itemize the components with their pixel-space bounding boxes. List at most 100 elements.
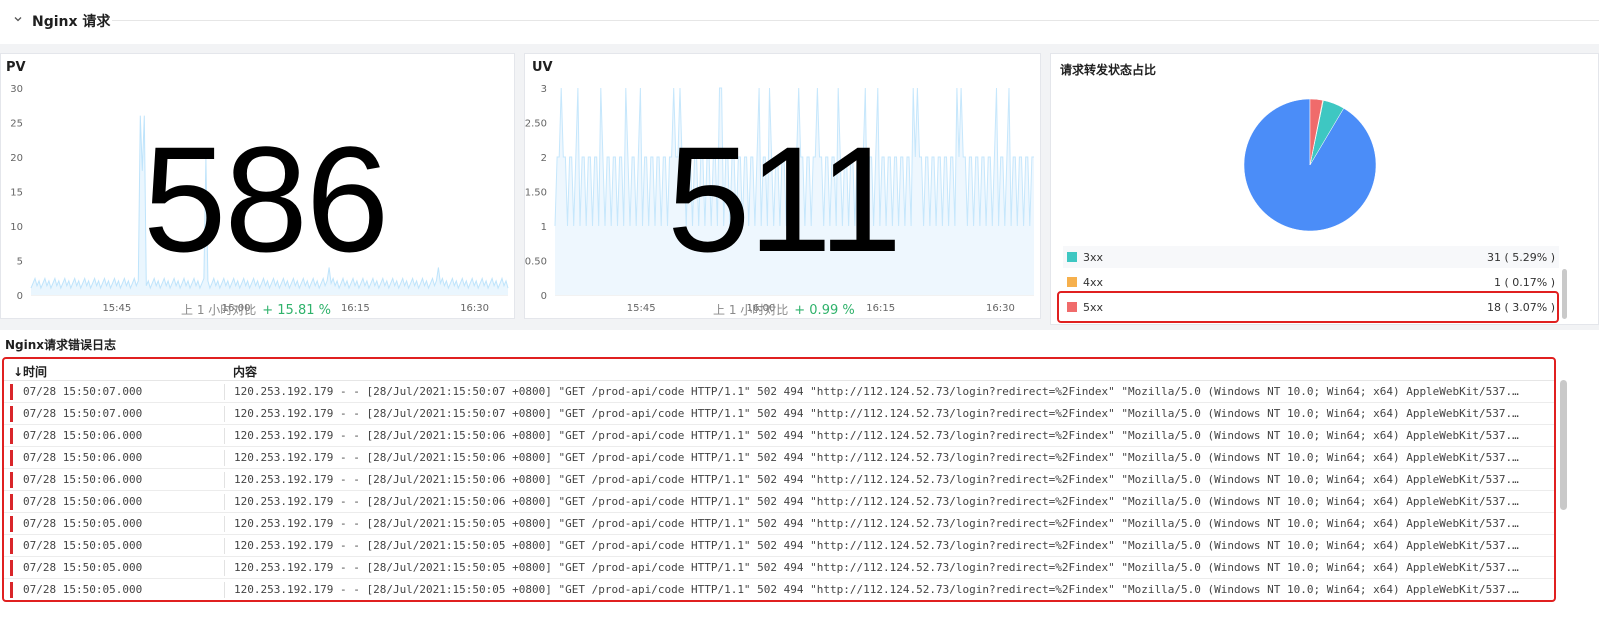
error-level-marker (10, 406, 13, 422)
legend-item-4xx[interactable]: 4xx 1 ( 0.17% ) (1063, 271, 1559, 293)
legend-scrollbar[interactable] (1562, 269, 1567, 319)
log-scrollbar[interactable] (1560, 380, 1567, 510)
column-divider (224, 582, 225, 598)
log-time: 07/28 15:50:06.000 (23, 495, 143, 508)
legend-swatch (1067, 277, 1077, 287)
pv-y-tick: 30 (10, 84, 23, 95)
error-level-marker (10, 516, 13, 532)
legend-value: 18 ( 3.07% ) (1486, 300, 1555, 314)
uv-x-tick: 16:15 (866, 303, 895, 314)
legend-item-5xx[interactable]: 5xx 18 ( 3.07% ) (1063, 296, 1559, 318)
table-row[interactable]: 07/28 15:50:05.000 120.253.192.179 - - [2… (4, 579, 1554, 600)
error-level-marker (10, 538, 13, 554)
col-time-header[interactable]: ↓时间 (13, 363, 47, 380)
status-pie-chart (1243, 98, 1377, 232)
pv-x-tick: 16:15 (341, 303, 370, 314)
column-divider (224, 384, 225, 400)
log-content: 120.253.192.179 - - [28/Jul/2021:15:50:0… (234, 539, 1524, 552)
pv-x-tick: 16:30 (460, 303, 489, 314)
uv-y-tick: 0.50 (525, 257, 547, 268)
pv-compare-label: 上 1 小时对比 (181, 303, 257, 317)
table-row[interactable]: 07/28 15:50:07.000 120.253.192.179 - - [2… (4, 381, 1554, 403)
error-level-marker (10, 560, 13, 576)
uv-x-tick: 15:45 (627, 303, 656, 314)
log-time: 07/28 15:50:05.000 (23, 517, 143, 530)
table-row[interactable]: 07/28 15:50:06.000 120.253.192.179 - - [2… (4, 491, 1554, 513)
pv-compare-pct: + 15.81 % (262, 303, 331, 318)
log-content: 120.253.192.179 - - [28/Jul/2021:15:50:0… (234, 429, 1524, 442)
chevron-down-icon[interactable] (13, 14, 23, 24)
log-content: 120.253.192.179 - - [28/Jul/2021:15:50:0… (234, 583, 1524, 596)
column-divider (224, 494, 225, 510)
pv-panel: PV 30 25 20 15 10 5 0 15:45 16:00 16:15 16:30 586 … (0, 53, 515, 319)
error-level-marker (10, 494, 13, 510)
error-level-marker (10, 428, 13, 444)
column-divider (224, 516, 225, 532)
legend-label: 3xx (1083, 250, 1104, 264)
table-row[interactable]: 07/28 15:50:06.000 120.253.192.179 - - [2… (4, 447, 1554, 469)
table-row[interactable]: 07/28 15:50:06.000 120.253.192.179 - - [2… (4, 469, 1554, 491)
uv-y-tick: 0 (541, 291, 547, 302)
legend-item-3xx[interactable]: 3xx 31 ( 5.29% ) (1063, 246, 1559, 268)
pv-y-tick: 10 (10, 222, 23, 233)
error-level-marker (10, 582, 13, 598)
uv-y-tick: 3 (541, 84, 547, 95)
status-panel: 请求转发状态占比 3xx 31 ( 5.29% ) 4xx 1 ( 0.17% ) 5x… (1050, 53, 1599, 325)
log-content: 120.253.192.179 - - [28/Jul/2021:15:50:0… (234, 495, 1524, 508)
log-time: 07/28 15:50:06.000 (23, 429, 143, 442)
error-level-marker (10, 384, 13, 400)
column-divider (224, 450, 225, 466)
uv-y-tick: 1 (541, 222, 547, 233)
error-level-marker (10, 472, 13, 488)
uv-value: 511 (667, 115, 902, 283)
log-time: 07/28 15:50:06.000 (23, 451, 143, 464)
pv-y-tick: 20 (10, 153, 23, 164)
log-time: 07/28 15:50:05.000 (23, 539, 143, 552)
table-row[interactable]: 07/28 15:50:06.000 120.253.192.179 - - [2… (4, 425, 1554, 447)
section-title[interactable]: Nginx 请求 (32, 11, 110, 31)
log-time: 07/28 15:50:07.000 (23, 385, 143, 398)
uv-y-tick: 2.50 (525, 119, 547, 130)
legend-swatch (1067, 252, 1077, 262)
column-divider (224, 428, 225, 444)
log-content: 120.253.192.179 - - [28/Jul/2021:15:50:0… (234, 385, 1524, 398)
uv-x-tick: 16:30 (986, 303, 1015, 314)
legend-value: 1 ( 0.17% ) (1493, 275, 1555, 289)
table-row[interactable]: 07/28 15:50:05.000 120.253.192.179 - - [2… (4, 557, 1554, 579)
pv-y-tick: 15 (10, 188, 23, 199)
log-content: 120.253.192.179 - - [28/Jul/2021:15:50:0… (234, 561, 1524, 574)
log-table-header: ↓时间 内容 (4, 359, 1554, 381)
pv-y-tick: 0 (17, 291, 23, 302)
log-time: 07/28 15:50:07.000 (23, 407, 143, 420)
legend-value: 31 ( 5.29% ) (1486, 250, 1555, 264)
uv-compare-pct: + 0.99 % (794, 303, 855, 318)
legend-label: 5xx (1083, 300, 1104, 314)
log-time: 07/28 15:50:05.000 (23, 583, 143, 596)
pv-value: 586 (143, 115, 389, 283)
section-header: Nginx 请求 (0, 0, 1599, 44)
column-divider (224, 538, 225, 554)
uv-y-tick: 2 (541, 153, 547, 164)
pv-x-tick: 15:45 (102, 303, 131, 314)
uv-panel: UV 3 2.50 2 1.50 1 0.50 0 15:45 16:00 16:15 16:30 … (524, 53, 1041, 319)
pv-y-tick: 5 (17, 257, 23, 268)
section-divider (112, 20, 1599, 21)
col-content-header[interactable]: 内容 (233, 363, 257, 380)
table-row[interactable]: 07/28 15:50:05.000 120.253.192.179 - - [2… (4, 535, 1554, 557)
log-title: Nginx请求错误日志 (5, 338, 117, 352)
table-row[interactable]: 07/28 15:50:05.000 120.253.192.179 - - [2… (4, 513, 1554, 535)
column-divider (224, 406, 225, 422)
log-content: 120.253.192.179 - - [28/Jul/2021:15:50:0… (234, 407, 1524, 420)
log-time: 07/28 15:50:05.000 (23, 561, 143, 574)
error-log-table: ↓时间 内容 07/28 15:50:07.000 120.253.192.179… (2, 357, 1556, 602)
table-row[interactable]: 07/28 15:50:07.000 120.253.192.179 - - [2… (4, 403, 1554, 425)
uv-compare-label: 上 1 小时对比 (713, 303, 789, 317)
column-divider (224, 560, 225, 576)
pv-y-tick: 25 (10, 119, 23, 130)
uv-compare: 上 1 小时对比 + 0.99 % (713, 301, 855, 318)
log-content: 120.253.192.179 - - [28/Jul/2021:15:50:0… (234, 473, 1524, 486)
error-level-marker (10, 450, 13, 466)
column-divider (224, 472, 225, 488)
pv-compare: 上 1 小时对比 + 15.81 % (181, 301, 331, 318)
legend-label: 4xx (1083, 275, 1104, 289)
